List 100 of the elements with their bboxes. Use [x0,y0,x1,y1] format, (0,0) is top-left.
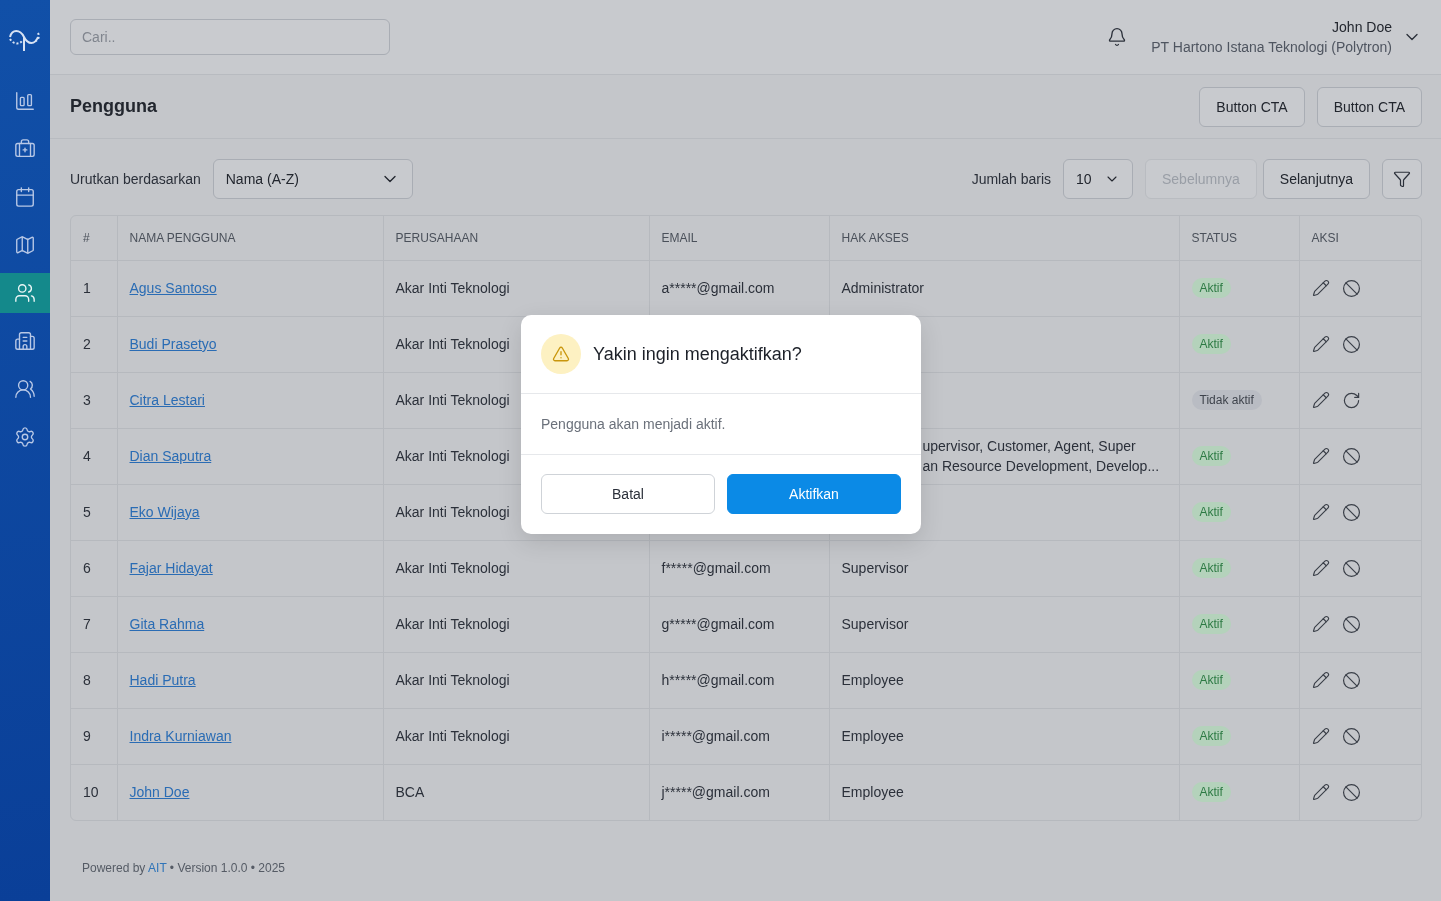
ban-icon [1341,502,1361,522]
edit-button[interactable] [1311,559,1330,577]
briefcase-icon [14,138,36,160]
edit-button[interactable] [1311,671,1330,689]
email-cell: g*****@gmail.com [661,616,775,632]
edit-button[interactable] [1311,503,1330,521]
access-cell-text: Supervisor [841,559,910,578]
ban-icon [1341,446,1361,466]
row-number: 9 [83,728,91,744]
row-number: 6 [83,560,91,576]
company-cell: BCA [395,784,425,801]
deactivate-button[interactable] [1341,670,1361,690]
access-cell-text: upervisor, Customer, Agent, Super an Resource Development, Develop... [922,437,1161,476]
user-name-link[interactable]: Budi Prasetyo [129,336,217,352]
user-name-link[interactable]: Dian Saputra [129,448,212,464]
user-name-link[interactable]: Eko Wijaya [129,504,200,520]
calendar-icon [14,186,36,208]
company-cell: Akar Inti Teknologi [395,560,510,576]
deactivate-button[interactable] [1341,446,1361,466]
status-badge: Aktif [1191,670,1231,690]
filter-button[interactable] [1382,159,1422,199]
user-name-link[interactable]: Gita Rahma [129,616,205,632]
deactivate-button[interactable] [1341,558,1361,578]
filter-icon [1393,170,1411,188]
sidebar-item[interactable] [0,273,50,313]
column-header: AKSI [1299,216,1421,260]
edit-button[interactable] [1311,727,1330,745]
footer-text: Powered by AIT • Version 1.0.0 • 2025 [82,861,286,875]
ban-icon [1341,726,1361,746]
map-icon [14,234,36,256]
refresh-icon [1341,390,1361,410]
company-cell: Akar Inti Teknologi [395,672,510,688]
email-cell: j*****@gmail.com [661,784,770,801]
deactivate-button[interactable] [1341,278,1361,298]
status-badge: Aktif [1191,614,1231,634]
edit-button[interactable] [1311,391,1330,409]
company-cell: Akar Inti Teknologi [395,392,510,408]
page-title: Pengguna [70,96,157,117]
user-name-link[interactable]: Agus Santoso [129,280,217,296]
access-cell-text: Employee [841,671,905,690]
ban-icon [1341,614,1361,634]
column-header: HAK AKSES [829,216,1179,260]
ban-icon [1341,782,1361,802]
confirm-button[interactable]: Aktifkan [727,474,901,514]
row-number: 3 [83,392,91,408]
deactivate-button[interactable] [1341,334,1361,354]
status-badge: Aktif [1191,558,1231,578]
company-cell: Akar Inti Teknologi [395,280,510,296]
user-name-link[interactable]: Hadi Putra [129,672,196,688]
row-number: 5 [83,504,91,520]
group-icon [14,378,36,400]
search-field[interactable]: Cari.. [70,19,390,55]
company-cell: Akar Inti Teknologi [395,448,510,464]
sort-label: Urutkan berdasarkan [70,171,201,187]
row-number: 10 [83,784,99,801]
deactivate-button[interactable] [1341,502,1361,522]
edit-button[interactable] [1311,615,1330,633]
column-header: STATUS [1179,216,1299,260]
notification-button[interactable] [1107,27,1128,47]
status-badge: Aktif [1191,782,1231,803]
edit-button[interactable] [1311,279,1330,297]
ban-icon [1341,278,1361,298]
activate-button[interactable] [1341,390,1361,410]
edit-button[interactable] [1311,447,1330,465]
sort-dropdown[interactable]: Nama (A-Z) [212,159,413,199]
cta-button[interactable]: Button CTA [1199,86,1305,127]
company-name: PT Hartono Istana Teknologi (Polytron) [1151,39,1392,55]
pencil-icon [1311,615,1330,633]
pagination-button[interactable]: Selanjutnya [1262,159,1370,199]
dialog-title: Yakin ingin mengaktifkan? [593,343,802,365]
status-badge: Aktif [1191,726,1231,746]
company-cell: Akar Inti Teknologi [395,616,510,632]
cancel-button[interactable]: Batal [541,474,715,514]
row-number: 2 [83,336,91,352]
user-name-link[interactable]: John Doe [129,784,190,801]
rows-dropdown[interactable]: 10 [1063,159,1133,199]
warning-icon [541,334,581,374]
access-cell-text: Supervisor [841,615,910,634]
deactivate-button[interactable] [1341,726,1361,746]
access-cell-text: Employee [841,727,905,746]
email-cell: f*****@gmail.com [661,560,771,576]
cta-button[interactable]: Button CTA [1316,86,1422,127]
chart-icon [14,90,36,112]
user-name-link[interactable]: Fajar Hidayat [129,560,213,576]
deactivate-button[interactable] [1341,614,1361,634]
column-header: EMAIL [649,216,829,260]
email-cell: a*****@gmail.com [661,280,775,296]
access-cell-text: Employee [841,783,905,803]
deactivate-button[interactable] [1341,782,1361,802]
pencil-icon [1311,727,1330,745]
company-cell: Akar Inti Teknologi [395,504,510,520]
rows-label: Jumlah baris [971,171,1051,187]
edit-button[interactable] [1311,335,1330,353]
user-name-link[interactable]: Indra Kurniawan [129,728,232,744]
pencil-icon [1311,391,1330,409]
edit-button[interactable] [1311,783,1330,802]
ait-link[interactable]: AIT [148,861,167,875]
row-number: 4 [83,448,91,464]
user-name-link[interactable]: Citra Lestari [129,392,205,408]
pencil-icon [1311,279,1330,297]
